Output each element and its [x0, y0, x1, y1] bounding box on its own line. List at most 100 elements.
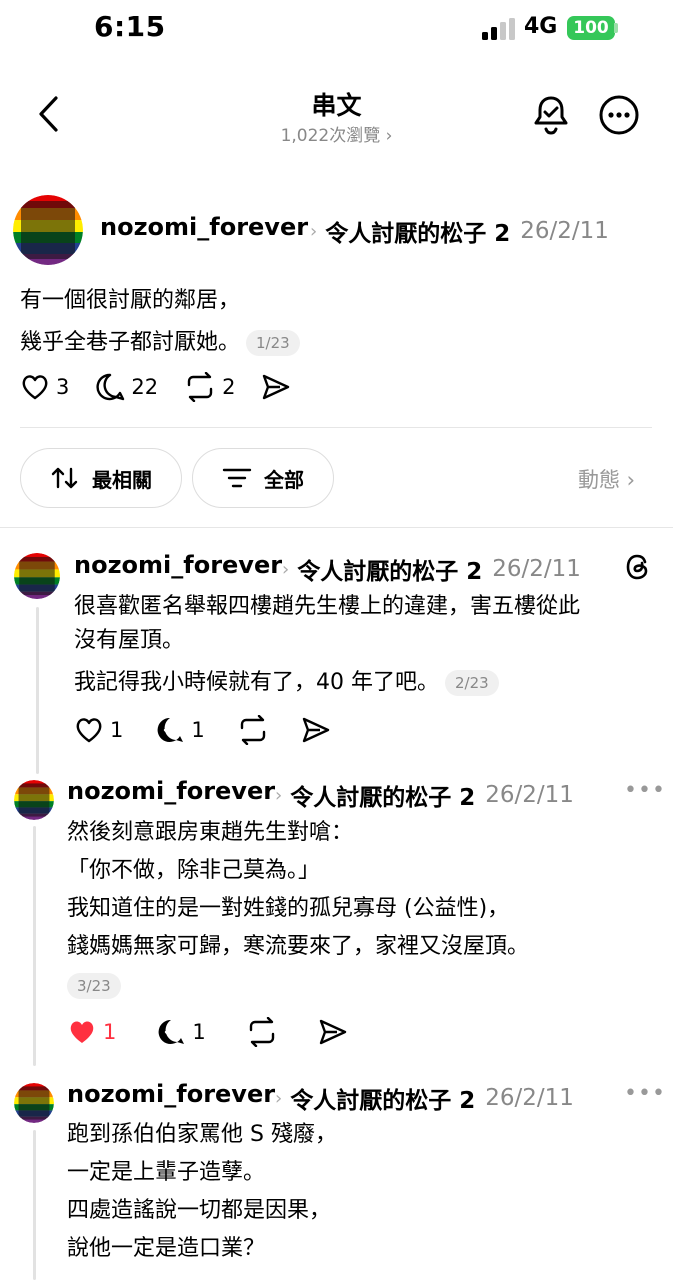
page-counter: 3/23	[67, 973, 121, 999]
battery-tip	[614, 23, 618, 33]
avatar[interactable]	[14, 780, 54, 820]
repost-count: 2	[222, 375, 236, 399]
signal-icon	[482, 18, 515, 40]
avatar[interactable]	[14, 553, 60, 599]
reply-date: 26/2/11	[492, 556, 581, 582]
share-button[interactable]	[318, 1017, 348, 1047]
like-button[interactable]: 3	[20, 372, 69, 402]
filter-lines-icon	[222, 468, 252, 488]
reply-line: 「你不做，除非己莫為。」	[67, 858, 321, 883]
post-actions: 3 22 2	[20, 372, 317, 402]
sort-label: 最相關	[92, 467, 152, 492]
threads-logo-icon[interactable]	[624, 553, 652, 581]
filter-button[interactable]: 全部	[192, 448, 334, 508]
reply-actions: 1 1	[74, 715, 357, 745]
reply-line: 然後刻意跟房東趙先生對嗆：	[67, 820, 354, 845]
activity-link[interactable]: 動態 ›	[578, 464, 635, 494]
reply-line: 我記得我小時候就有了，40 年了吧。	[74, 670, 439, 695]
reply-actions: 1 1	[67, 1017, 374, 1047]
repost-button[interactable]	[237, 715, 269, 745]
battery-icon: 100	[567, 16, 615, 40]
share-button[interactable]	[301, 715, 331, 745]
repost-button[interactable]	[246, 1017, 278, 1047]
reply-meta: › 令人討厭的松子 2 26/2/11	[265, 778, 574, 812]
like-count: 3	[56, 375, 70, 399]
reply-category[interactable]: 令人討厭的松子 2	[290, 778, 475, 812]
heart-icon	[22, 375, 48, 400]
like-count: 1	[103, 1020, 117, 1044]
reply-line: 很喜歡匿名舉報四樓趙先生樓上的違建，害五樓從此	[74, 594, 581, 619]
reply-line: 跑到孫伯伯家罵他 S 殘廢，	[67, 1122, 337, 1147]
send-icon	[302, 717, 329, 743]
sort-button[interactable]: 最相關	[20, 448, 182, 508]
more-options-icon[interactable]	[598, 94, 640, 136]
heart-filled-icon	[70, 1021, 94, 1043]
comment-count: 22	[131, 375, 159, 399]
heart-icon	[76, 718, 102, 743]
reply-category[interactable]: 令人討厭的松子 2	[297, 552, 482, 586]
reply-line: 四處造謠說一切都是因果，	[67, 1198, 332, 1223]
chevron-right-icon: ›	[275, 1087, 283, 1109]
comment-filled-icon	[158, 1019, 185, 1044]
status-time: 6:15	[94, 10, 166, 43]
reply-username[interactable]: nozomi_forever	[67, 777, 275, 805]
comment-button[interactable]: 1	[155, 715, 205, 745]
reply-date: 26/2/11	[485, 1085, 574, 1111]
page-counter: 1/23	[246, 330, 300, 356]
repost-icon	[187, 372, 213, 402]
page-counter: 2/23	[445, 670, 499, 696]
more-options-icon[interactable]: •••	[624, 1081, 666, 1106]
thread-line	[36, 607, 39, 774]
like-count: 1	[110, 718, 124, 742]
comment-icon	[96, 373, 125, 401]
post-date: 26/2/11	[520, 218, 609, 244]
comment-button[interactable]: 22	[95, 372, 158, 402]
comment-filled-icon	[157, 717, 184, 742]
chevron-right-icon: ›	[282, 558, 290, 580]
post-category[interactable]: 令人討厭的松子 2	[325, 214, 510, 248]
send-icon	[319, 1019, 346, 1045]
post-line-1: 有一個很討厭的鄰居，	[20, 288, 241, 313]
thread-line	[33, 826, 36, 1066]
filter-label: 全部	[264, 467, 304, 492]
reply-line-wrap: 我記得我小時候就有了，40 年了吧。 2/23	[74, 664, 499, 702]
like-button[interactable]: 1	[74, 715, 123, 745]
thread-line	[33, 1130, 36, 1280]
post-meta: › 令人討厭的松子 2 26/2/11	[300, 214, 609, 248]
page-counter-wrap: 3/23	[67, 973, 121, 999]
chevron-right-icon: ›	[310, 220, 318, 242]
reply-username[interactable]: nozomi_forever	[67, 1080, 275, 1108]
repost-icon	[240, 715, 265, 745]
network-label: 4G	[524, 14, 558, 39]
sort-arrows-icon	[51, 467, 78, 489]
bell-check-icon[interactable]	[528, 92, 574, 138]
status-bar: 6:15 4G 100	[0, 0, 673, 60]
repost-icon	[249, 1017, 274, 1047]
post-line-2: 幾乎全巷子都討厭她。	[20, 330, 241, 355]
comment-count: 1	[191, 718, 205, 742]
reply-username[interactable]: nozomi_forever	[74, 551, 282, 579]
avatar[interactable]	[14, 1083, 54, 1123]
send-icon	[263, 374, 290, 400]
like-button[interactable]: 1	[67, 1017, 116, 1047]
reply-line: 我知道住的是一對姓錢的孤兒寡母 (公益性)，	[67, 896, 510, 921]
share-button[interactable]	[261, 372, 291, 402]
comment-count: 1	[192, 1020, 206, 1044]
reply-line: 一定是上輩子造孽。	[67, 1160, 266, 1185]
reply-meta: › 令人討厭的松子 2 26/2/11	[265, 1081, 574, 1115]
more-options-icon[interactable]: •••	[624, 778, 666, 803]
reply-line: 錢媽媽無家可歸，寒流要來了，家裡又沒屋頂。	[67, 934, 530, 959]
chevron-right-icon: ›	[275, 784, 283, 806]
divider	[0, 527, 673, 528]
avatar[interactable]	[13, 195, 83, 265]
reply-category[interactable]: 令人討厭的松子 2	[290, 1081, 475, 1115]
reply-meta: › 令人討厭的松子 2 26/2/11	[272, 552, 581, 586]
post-username[interactable]: nozomi_forever	[100, 213, 308, 241]
reply-line: 沒有屋頂。	[74, 628, 185, 653]
reply-date: 26/2/11	[485, 782, 574, 808]
comment-button[interactable]: 1	[156, 1017, 206, 1047]
repost-button[interactable]: 2	[184, 372, 235, 402]
reply-line: 說他一定是造口業？	[67, 1236, 266, 1261]
post-line-2-wrap: 幾乎全巷子都討厭她。 1/23	[20, 324, 300, 362]
divider	[20, 427, 652, 428]
